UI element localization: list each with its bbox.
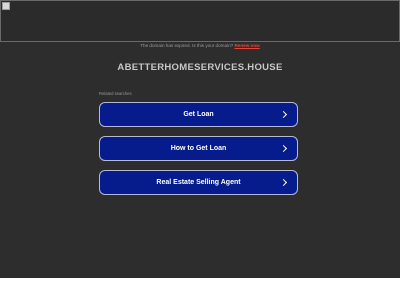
expired-notice-text: The domain has expired. Is this your dom… [140,43,235,48]
related-search-real-estate-selling-agent[interactable]: Real Estate Selling Agent [99,170,298,195]
broken-image-icon [2,2,10,10]
related-search-label: How to Get Loan [170,145,227,152]
domain-expired-notice: The domain has expired. Is this your dom… [0,43,400,48]
related-search-get-loan[interactable]: Get Loan [99,102,298,127]
parked-domain-page: The domain has expired. Is this your dom… [0,0,400,278]
related-search-label: Real Estate Selling Agent [156,179,241,186]
renew-now-link[interactable]: Renew now [234,43,259,48]
related-search-label: Get Loan [183,111,214,118]
banner-image-frame [0,0,400,42]
related-searches-heading: Related searches [99,91,132,96]
domain-title: ABETTERHOMESERVICES.HOUSE [117,62,283,73]
related-search-how-to-get-loan[interactable]: How to Get Loan [99,136,298,161]
